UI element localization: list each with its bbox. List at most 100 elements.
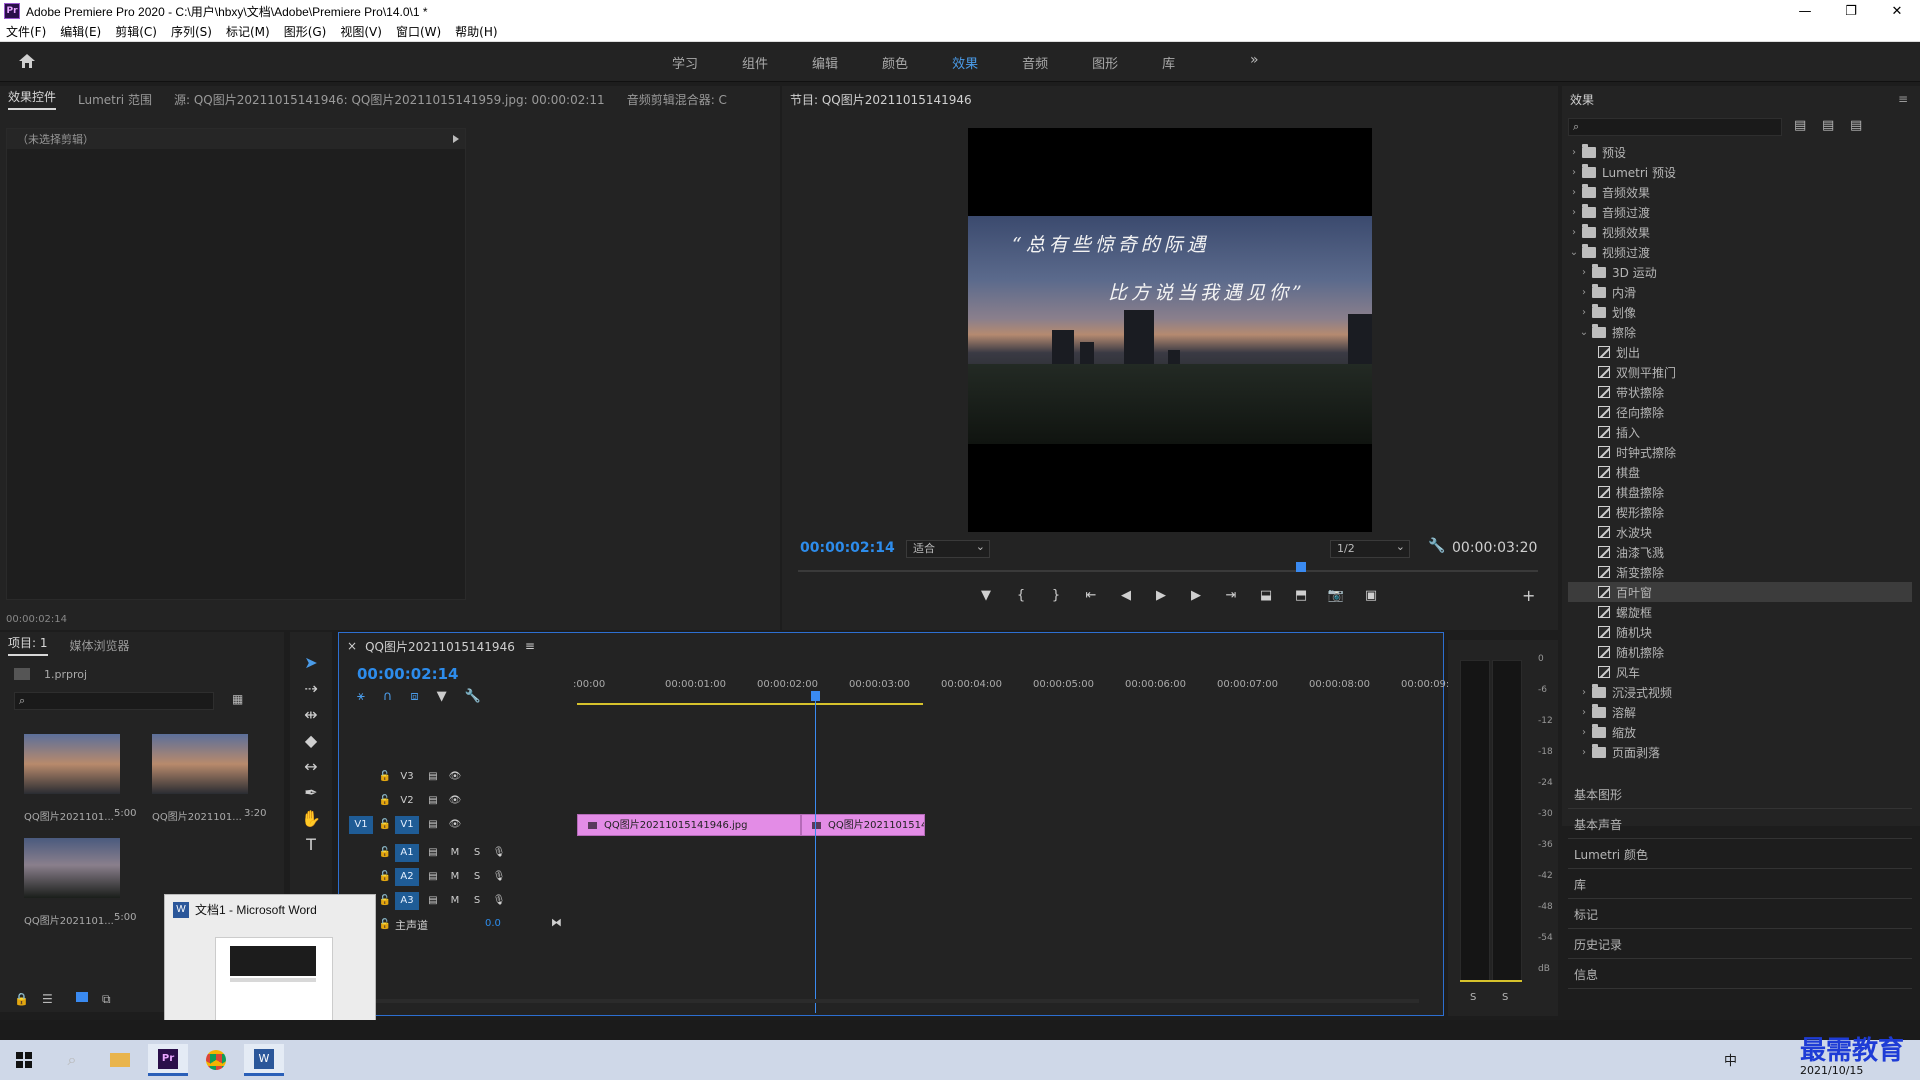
eye-icon[interactable]: 👁: [443, 792, 467, 810]
hand-tool-icon[interactable]: ✋: [300, 808, 322, 830]
timeline-playhead[interactable]: [815, 693, 816, 1013]
maximize-button[interactable]: ❐: [1828, 0, 1874, 22]
pen-tool-icon[interactable]: ✒: [300, 782, 322, 804]
chevron-right-icon[interactable]: ›: [1578, 707, 1590, 718]
timeline-clip-2[interactable]: QQ图片20211015141: [801, 814, 925, 836]
transition-folder[interactable]: › 缩放: [1568, 722, 1912, 742]
fit-dropdown[interactable]: 适合: [906, 539, 990, 558]
go-to-out-icon[interactable]: ⇥: [1217, 588, 1245, 603]
play-icon[interactable]: ▶: [1147, 588, 1175, 603]
step-forward-icon[interactable]: ▶: [1182, 588, 1210, 603]
program-scrub-bar[interactable]: [798, 570, 1538, 572]
compare-view-icon[interactable]: ▣: [1357, 588, 1385, 603]
menu-edit[interactable]: 编辑(E): [60, 23, 101, 40]
go-to-end-icon[interactable]: ⧓: [551, 916, 562, 929]
timeline-clip-1[interactable]: QQ图片20211015141946.jpg: [577, 814, 801, 836]
transition-item[interactable]: 插入: [1568, 422, 1912, 442]
sync-lock-icon[interactable]: ▤: [421, 892, 445, 910]
panel-section-header[interactable]: 标记: [1574, 906, 1598, 923]
workspace-tab-editing[interactable]: 编辑: [812, 53, 838, 72]
panel-section-header[interactable]: 基本声音: [1574, 816, 1622, 833]
timeline-timecode[interactable]: 00:00:02:14: [357, 665, 459, 683]
add-marker-icon[interactable]: ▼: [972, 588, 1000, 603]
mute-button[interactable]: M: [443, 844, 467, 862]
word-thumbnail-preview[interactable]: W 文档1 - Microsoft Word: [164, 894, 376, 1036]
chevron-right-icon[interactable]: ›: [1578, 687, 1590, 698]
solo-button[interactable]: S: [465, 892, 489, 910]
mute-button[interactable]: M: [443, 868, 467, 886]
timeline-settings-icon[interactable]: 🔧: [465, 689, 481, 704]
effects-search-input[interactable]: ⌕: [1568, 118, 1782, 136]
transition-item[interactable]: 棋盘擦除: [1568, 482, 1912, 502]
ime-indicator[interactable]: 中: [1724, 1050, 1737, 1069]
chevron-right-icon[interactable]: ›: [1568, 227, 1580, 238]
close-sequence-icon[interactable]: ×: [347, 639, 357, 653]
work-area-bar[interactable]: [577, 703, 923, 705]
lock-icon[interactable]: 🔓: [373, 768, 397, 786]
solo-button[interactable]: S: [465, 868, 489, 886]
menu-clip[interactable]: 剪辑(C): [115, 23, 157, 40]
new-bin-icon[interactable]: ▦: [232, 692, 243, 706]
project-thumbnail-1[interactable]: [24, 734, 120, 794]
sync-lock-icon[interactable]: ▤: [421, 816, 445, 834]
chevron-right-icon[interactable]: ›: [1568, 187, 1580, 198]
microphone-icon[interactable]: 🎙: [487, 868, 511, 886]
program-video-frame[interactable]: “总有些惊奇的际遇 比方说当我遇见你”: [968, 128, 1372, 532]
workspace-tab-color[interactable]: 颜色: [882, 53, 908, 72]
transition-folder[interactable]: › 划像: [1568, 302, 1912, 322]
chevron-right-icon[interactable]: ›: [1578, 747, 1590, 758]
transition-item[interactable]: 随机擦除: [1568, 642, 1912, 662]
tab-lumetri-scopes[interactable]: Lumetri 范围: [78, 91, 152, 108]
workspace-tab-graphics[interactable]: 图形: [1092, 53, 1118, 72]
transition-folder[interactable]: › 沉浸式视频: [1568, 682, 1912, 702]
step-back-icon[interactable]: ◀: [1112, 588, 1140, 603]
menu-marker[interactable]: 标记(M): [226, 23, 270, 40]
solo-button[interactable]: S: [465, 844, 489, 862]
panel-section-header[interactable]: 历史记录: [1574, 936, 1622, 953]
sequence-tab[interactable]: QQ图片20211015141946: [365, 638, 515, 655]
time-ruler[interactable]: :00:00 00:00:01:00 00:00:02:00 00:00:03:00 0…: [573, 675, 1449, 697]
workspace-tab-libraries[interactable]: 库: [1162, 53, 1175, 72]
add-marker-icon[interactable]: ▼: [437, 689, 447, 704]
lock-icon[interactable]: 🔒: [14, 992, 29, 1006]
slip-tool-icon[interactable]: ↔: [300, 756, 322, 778]
32bit-effects-icon[interactable]: ▤: [1822, 118, 1834, 133]
taskbar-search-icon[interactable]: ⌕: [52, 1044, 92, 1076]
mark-in-icon[interactable]: {: [1007, 588, 1035, 603]
program-current-time[interactable]: 00:00:02:14: [800, 540, 895, 556]
transition-item[interactable]: 双侧平推门: [1568, 362, 1912, 382]
playhead-handle[interactable]: [811, 691, 820, 701]
sync-lock-icon[interactable]: ▤: [421, 768, 445, 786]
project-search-input[interactable]: ⌕: [14, 692, 214, 710]
timeline-horizontal-scrollbar[interactable]: [369, 999, 1419, 1003]
track-label-a2[interactable]: A2: [395, 868, 419, 886]
tab-media-browser[interactable]: 媒体浏览器: [70, 637, 130, 654]
sync-lock-icon[interactable]: ▤: [421, 844, 445, 862]
effects-folder[interactable]: › 音频效果: [1568, 182, 1912, 202]
extract-icon[interactable]: ⬒: [1287, 588, 1315, 603]
transition-item[interactable]: 时钟式擦除: [1568, 442, 1912, 462]
transition-item[interactable]: 油漆飞溅: [1568, 542, 1912, 562]
transition-item[interactable]: 百叶窗: [1568, 582, 1912, 602]
chevron-right-icon[interactable]: ›: [1568, 167, 1580, 178]
premiere-taskbar-icon[interactable]: Pr: [148, 1044, 188, 1076]
track-label-a1[interactable]: A1: [395, 844, 419, 862]
transition-folder[interactable]: › 内滑: [1568, 282, 1912, 302]
track-label-v3[interactable]: V3: [395, 768, 419, 786]
menu-window[interactable]: 窗口(W): [396, 23, 441, 40]
transition-folder[interactable]: ⌄ 擦除: [1568, 322, 1912, 342]
mark-out-icon[interactable]: }: [1042, 588, 1070, 603]
word-taskbar-icon[interactable]: W: [244, 1044, 284, 1076]
workspace-tab-audio[interactable]: 音频: [1022, 53, 1048, 72]
eye-icon[interactable]: 👁: [443, 768, 467, 786]
type-tool-icon[interactable]: T: [300, 834, 322, 856]
lock-icon[interactable]: 🔓: [373, 792, 397, 810]
sync-lock-icon[interactable]: ▤: [421, 868, 445, 886]
solo-left-button[interactable]: S: [1470, 992, 1476, 1003]
menu-file[interactable]: 文件(F): [6, 23, 46, 40]
chevron-right-icon[interactable]: ›: [1578, 287, 1590, 298]
menu-help[interactable]: 帮助(H): [455, 23, 497, 40]
panel-section-header[interactable]: Lumetri 颜色: [1574, 846, 1648, 863]
chevron-right-icon[interactable]: ›: [1578, 727, 1590, 738]
lock-icon[interactable]: 🔓: [373, 816, 397, 834]
